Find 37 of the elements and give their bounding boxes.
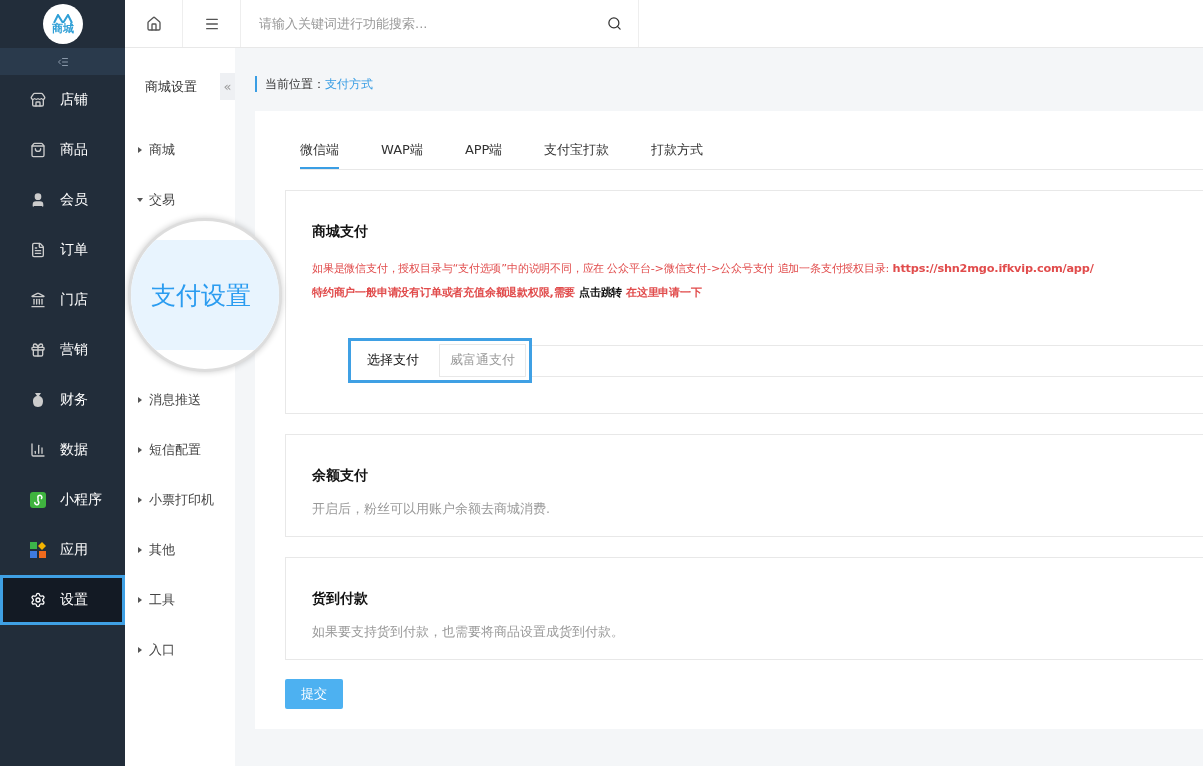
subnav-item[interactable]: 其他: [137, 540, 175, 560]
sidebar-item[interactable]: 店铺: [0, 75, 125, 125]
subnav-item[interactable]: 消息推送: [137, 390, 201, 410]
sidebar-item[interactable]: 数据: [0, 425, 125, 475]
section-title: 货到付款: [312, 590, 369, 608]
section-title: 商城支付: [312, 223, 369, 241]
tab[interactable]: WAP端: [381, 131, 423, 169]
tab[interactable]: 微信端: [300, 131, 339, 169]
subnav-item[interactable]: 工具: [137, 590, 175, 610]
notice-text: 如果是微信支付，授权目录与“支付选项”中的说明不同，应在 公众平台->微信支付->公众号支付 追加一条支付授权目录: https://shn2mgo.ifkvip.com/app/: [312, 261, 1095, 277]
sidebar-item[interactable]: 商品: [0, 125, 125, 175]
subnav-item[interactable]: 小票打印机: [137, 490, 214, 510]
sidebar-item[interactable]: 财务: [0, 375, 125, 425]
subnav-item[interactable]: 交易: [137, 190, 175, 210]
apply-link[interactable]: 在这里申请一下: [625, 286, 702, 299]
sidebar-item[interactable]: 设置: [0, 575, 125, 625]
sidebar-item[interactable]: 会员: [0, 175, 125, 225]
sidebar-item[interactable]: 订单: [0, 225, 125, 275]
section-description: 开启后，粉丝可以用账户余额去商城消费.: [312, 501, 551, 518]
notice-text: 特约商户一般申请没有订单或者充值余额退款权限,需要 点击跳转 在这里申请一下: [312, 285, 703, 301]
sidebar-item[interactable]: 营销: [0, 325, 125, 375]
subnav-title: 商城设置: [145, 78, 197, 96]
subnav-item[interactable]: 短信配置: [137, 440, 201, 460]
section-description: 如果要支持货到付款，也需要将商品设置成货到付款。: [312, 624, 625, 641]
breadcrumb-label: 当前位置：: [265, 75, 325, 93]
sidebar-item[interactable]: 门店: [0, 275, 125, 325]
sidebar-item[interactable]: 小程序: [0, 475, 125, 525]
section-title: 余额支付: [312, 467, 369, 485]
jump-link[interactable]: 点击跳转: [579, 286, 623, 299]
subnav-item[interactable]: 入口: [137, 640, 175, 660]
magnified-label: 支付设置: [151, 279, 251, 312]
subnav-item[interactable]: 商城: [137, 140, 175, 160]
sidebar-item[interactable]: 应用: [0, 525, 125, 575]
tab[interactable]: APP端: [464, 131, 503, 169]
tab[interactable]: 支付宝打款: [544, 131, 610, 169]
field-label: 选择支付: [366, 352, 419, 369]
tab[interactable]: 打款方式: [651, 131, 704, 169]
